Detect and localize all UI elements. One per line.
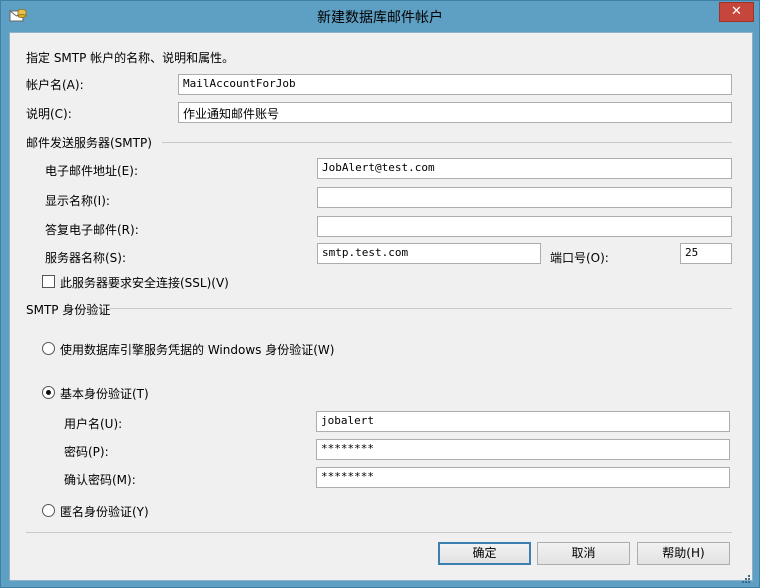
username-input[interactable]: jobalert xyxy=(316,411,730,432)
basic-auth-label[interactable]: 基本身份验证(T) xyxy=(60,385,149,402)
password-input[interactable]: ******** xyxy=(316,439,730,460)
intro-text: 指定 SMTP 帐户的名称、说明和属性。 xyxy=(26,51,235,65)
close-icon: ✕ xyxy=(731,4,742,19)
smtp-section-label: 邮件发送服务器(SMTP) xyxy=(26,136,152,150)
confirm-password-label: 确认密码(M): xyxy=(64,473,136,487)
windows-auth-label[interactable]: 使用数据库引擎服务凭据的 Windows 身份验证(W) xyxy=(60,341,334,358)
footer-divider xyxy=(26,532,732,533)
auth-section-label: SMTP 身份验证 xyxy=(26,303,111,317)
radio-selected-dot xyxy=(46,390,51,395)
server-name-input[interactable]: smtp.test.com xyxy=(317,243,541,264)
windows-auth-radio[interactable] xyxy=(42,342,55,355)
confirm-password-input[interactable]: ******** xyxy=(316,467,730,488)
server-name-label: 服务器名称(S): xyxy=(45,251,127,265)
anonymous-auth-radio[interactable] xyxy=(42,504,55,517)
account-name-input[interactable]: MailAccountForJob xyxy=(178,74,732,95)
cancel-button[interactable]: 取消 xyxy=(537,542,630,565)
email-address-input[interactable]: JobAlert@test.com xyxy=(317,158,732,179)
display-name-input[interactable] xyxy=(317,187,732,208)
reply-email-input[interactable] xyxy=(317,216,732,237)
port-input[interactable]: 25 xyxy=(680,243,732,264)
username-label: 用户名(U): xyxy=(64,417,123,431)
ok-button[interactable]: 确定 xyxy=(438,542,531,565)
title-bar[interactable]: 新建数据库邮件帐户 ✕ xyxy=(1,1,759,31)
display-name-label: 显示名称(I): xyxy=(45,194,110,208)
basic-auth-radio[interactable] xyxy=(42,386,55,399)
window-title: 新建数据库邮件帐户 xyxy=(317,10,443,26)
ssl-checkbox-label[interactable]: 此服务器要求安全连接(SSL)(V) xyxy=(60,274,229,291)
description-label: 说明(C): xyxy=(26,107,72,121)
port-label: 端口号(O): xyxy=(550,251,609,265)
resize-grip-icon[interactable] xyxy=(741,573,751,583)
reply-email-label: 答复电子邮件(R): xyxy=(45,223,139,237)
description-input[interactable]: 作业通知邮件账号 xyxy=(178,102,732,123)
email-address-label: 电子邮件地址(E): xyxy=(45,164,138,178)
help-button[interactable]: 帮助(H) xyxy=(637,542,730,565)
dialog-window: 新建数据库邮件帐户 ✕ 指定 SMTP 帐户的名称、说明和属性。 帐户名(A):… xyxy=(0,0,760,588)
password-label: 密码(P): xyxy=(64,445,109,459)
auth-section-divider xyxy=(110,308,732,309)
smtp-section-divider xyxy=(162,142,732,143)
account-name-label: 帐户名(A): xyxy=(26,78,84,92)
dialog-body: 指定 SMTP 帐户的名称、说明和属性。 帐户名(A): MailAccount… xyxy=(9,32,753,581)
anonymous-auth-label[interactable]: 匿名身份验证(Y) xyxy=(60,503,149,520)
ssl-checkbox[interactable] xyxy=(42,275,55,288)
close-button[interactable]: ✕ xyxy=(719,2,754,22)
